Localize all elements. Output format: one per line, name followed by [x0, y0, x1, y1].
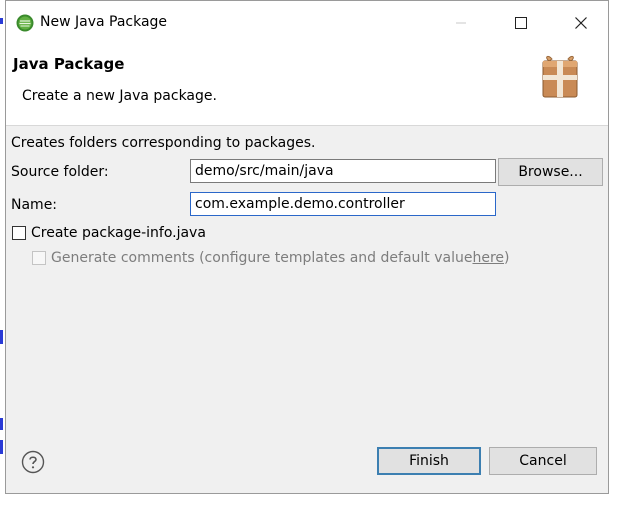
- create-package-info-checkbox-row[interactable]: Create package-info.java: [12, 225, 206, 241]
- package-icon: [542, 55, 578, 98]
- cancel-button[interactable]: Cancel: [489, 447, 597, 475]
- maximize-icon: [515, 17, 527, 29]
- generate-comments-label-end: ): [504, 250, 510, 266]
- new-java-package-dialog: New Java Package Java Package Create a n…: [5, 0, 609, 494]
- minimize-icon: [456, 22, 466, 24]
- minimize-button[interactable]: [438, 1, 484, 45]
- configure-templates-link: here: [472, 250, 505, 266]
- name-label: Name:: [11, 197, 58, 213]
- create-package-info-checkbox[interactable]: [12, 226, 26, 240]
- generate-comments-checkbox: [32, 251, 46, 265]
- title-bar[interactable]: New Java Package: [6, 1, 608, 45]
- create-package-info-label: Create package-info.java: [31, 225, 206, 241]
- help-icon[interactable]: [21, 450, 45, 474]
- source-folder-label: Source folder:: [11, 164, 109, 180]
- generate-comments-label: Generate comments (configure templates a…: [51, 250, 473, 266]
- browse-button[interactable]: Browse...: [498, 158, 603, 186]
- page-title: Java Package: [13, 55, 125, 73]
- eclipse-icon: [16, 14, 34, 32]
- wizard-header: Java Package Create a new Java package.: [6, 45, 608, 126]
- page-description: Create a new Java package.: [22, 88, 217, 104]
- source-folder-input[interactable]: [190, 159, 496, 183]
- close-button[interactable]: [558, 1, 604, 45]
- maximize-button[interactable]: [498, 1, 544, 45]
- generate-comments-checkbox-row: Generate comments (configure templates a…: [32, 250, 510, 266]
- form-area: Creates folders corresponding to package…: [6, 126, 608, 426]
- info-text: Creates folders corresponding to package…: [11, 135, 316, 151]
- package-name-input[interactable]: [190, 192, 496, 216]
- finish-button[interactable]: Finish: [377, 447, 481, 475]
- window-title: New Java Package: [40, 14, 168, 30]
- close-icon: [575, 17, 587, 29]
